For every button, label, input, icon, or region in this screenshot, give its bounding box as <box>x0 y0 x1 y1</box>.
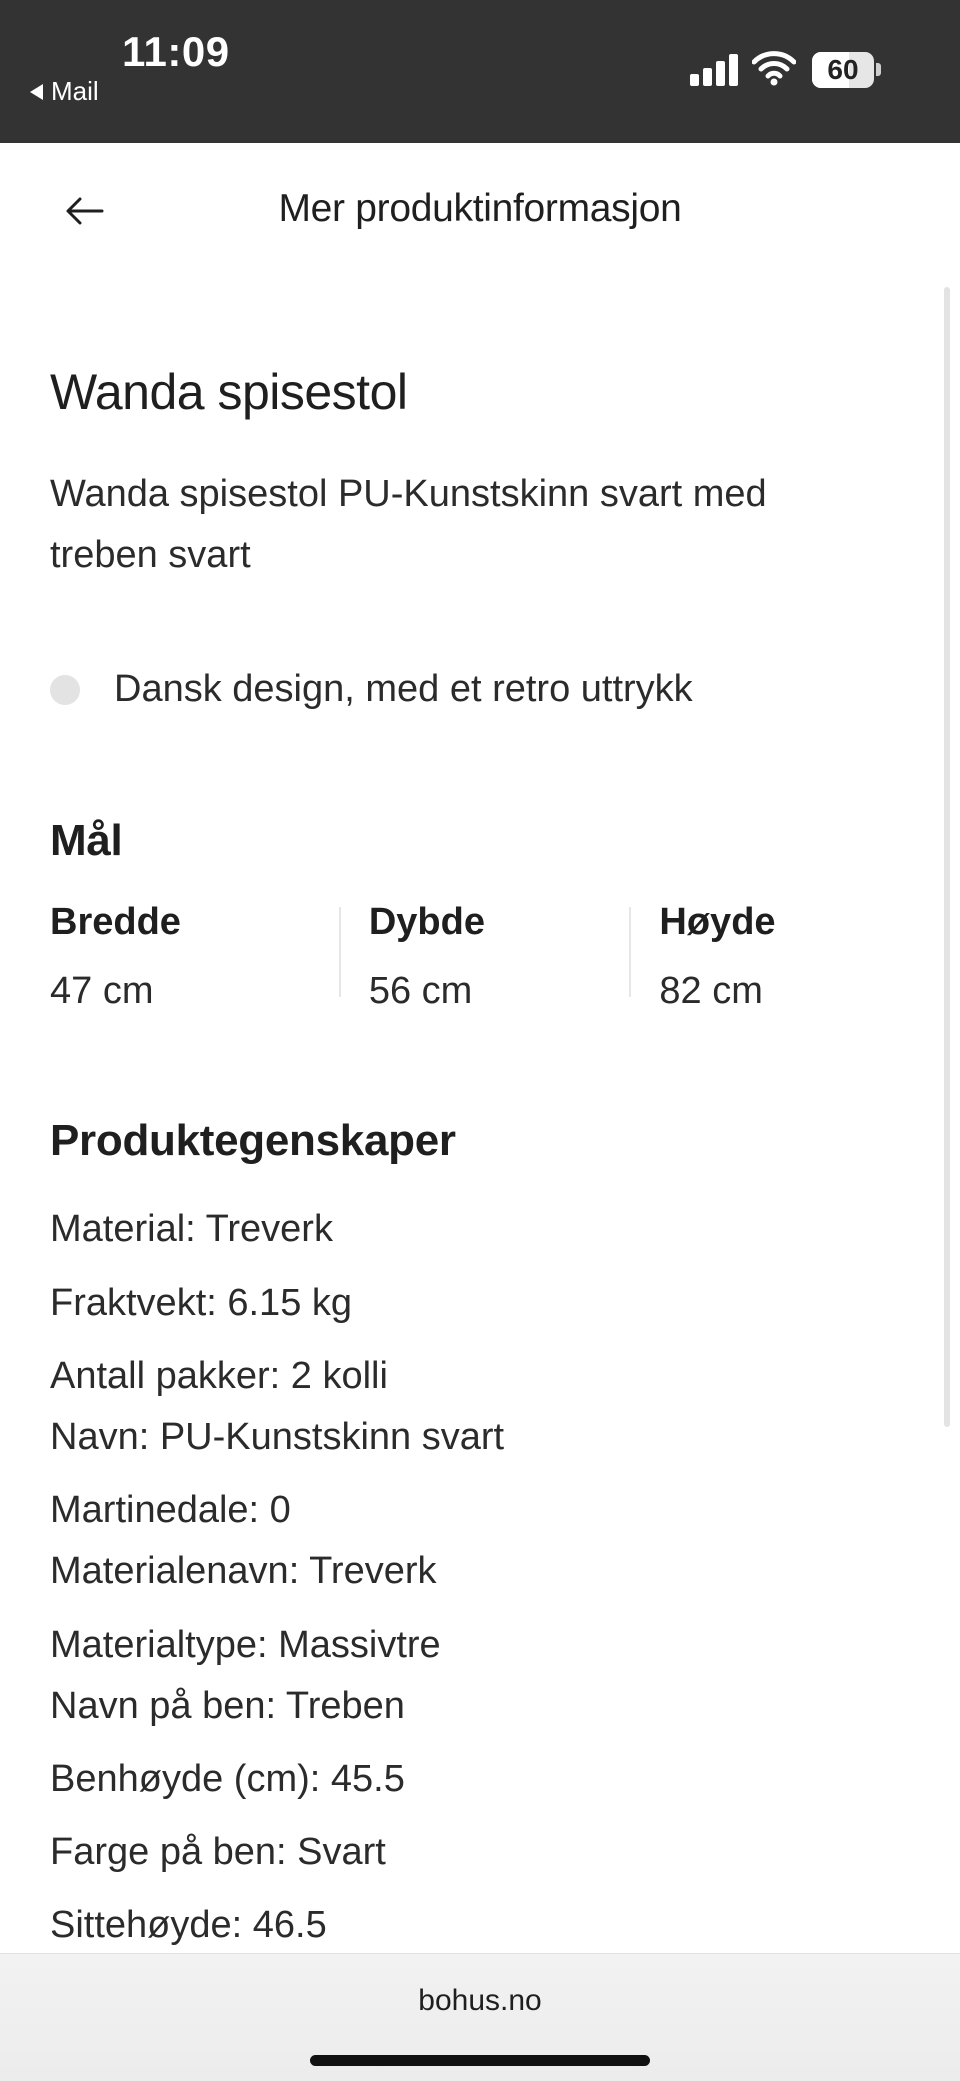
dimension-label: Høyde <box>659 901 776 943</box>
feature-bullet: Dansk design, med et retro uttrykk <box>50 668 693 711</box>
dimension-label: Bredde <box>50 901 181 943</box>
dimensions-heading: Mål <box>50 816 123 865</box>
property-item: Materialenavn: Treverk <box>50 1550 437 1592</box>
property-item: Material: Treverk <box>50 1208 333 1250</box>
property-item: Fraktvekt: 6.15 kg <box>50 1282 353 1324</box>
dimension-value: 56 cm <box>368 970 473 1012</box>
property-item: Antall pakker: 2 kolli <box>50 1355 388 1397</box>
back-triangle-icon <box>30 83 43 100</box>
page-title: Mer produktinformasjon <box>278 187 682 230</box>
dimensions-row: Bredde 47 cm Dybde 56 cm Høyde 82 cm <box>50 901 920 1012</box>
back-to-mail-link[interactable]: Mail <box>30 76 99 107</box>
properties-heading: Produktegenskaper <box>50 1116 456 1165</box>
dimension-label: Dybde <box>368 901 485 943</box>
property-item: Navn: PU-Kunstskinn svart <box>50 1416 505 1458</box>
page-header: Mer produktinformasjon <box>0 143 960 283</box>
status-time: 11:09 <box>122 28 230 75</box>
back-to-mail-label: Mail <box>51 76 99 106</box>
dimension-width: Bredde 47 cm <box>50 901 339 1012</box>
property-item: Farge på ben: Svart <box>50 1831 386 1873</box>
signal-icon <box>690 54 738 86</box>
battery-icon: 60 <box>812 52 874 88</box>
property-item: Sittehøyde: 46.5 <box>50 1904 327 1946</box>
battery-level: 60 <box>827 54 859 85</box>
home-indicator[interactable] <box>310 2055 650 2066</box>
dimension-height: Høyde 82 cm <box>629 901 920 1012</box>
status-bar: 11:09 Mail 60 <box>0 0 960 143</box>
battery-cap <box>876 63 881 76</box>
property-item: Materialtype: Massivtre <box>50 1624 441 1666</box>
dimension-value: 47 cm <box>50 970 154 1012</box>
scrollbar[interactable] <box>944 287 950 1427</box>
property-item: Navn på ben: Treben <box>50 1685 405 1727</box>
url-text[interactable]: bohus.no <box>0 1984 960 2018</box>
browser-url-bar[interactable]: bohus.no <box>0 1953 960 2081</box>
dimension-value: 82 cm <box>659 970 763 1012</box>
wifi-icon <box>752 51 796 86</box>
feature-text: Dansk design, med et retro uttrykk <box>114 668 693 710</box>
property-item: Benhøyde (cm): 45.5 <box>50 1758 405 1800</box>
property-item: Martinedale: 0 <box>50 1489 291 1531</box>
bullet-dot-icon <box>50 674 80 705</box>
dimension-depth: Dybde 56 cm <box>338 901 630 1012</box>
product-title: Wanda spisestol <box>50 364 408 420</box>
product-description: Wanda spisestol PU-Kunstskinn svart med … <box>50 473 767 576</box>
